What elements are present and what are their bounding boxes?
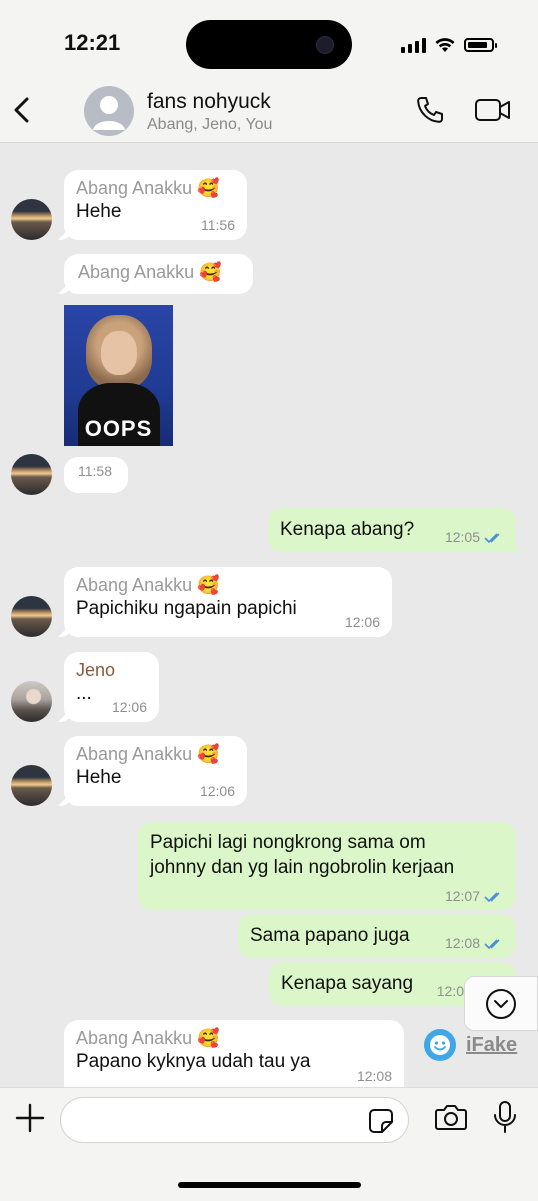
sender-avatar[interactable] — [11, 199, 52, 240]
camera-icon[interactable] — [434, 1102, 468, 1132]
sender-name: Abang Anakku 🥰 — [76, 1028, 220, 1048]
message-bubble[interactable]: Abang Anakku 🥰 Hehe 12:06 — [64, 736, 247, 806]
watermark-text: iFake — [466, 1033, 518, 1056]
message-bubble[interactable]: Kenapa abang? 12:05 — [268, 508, 516, 552]
message-time-bubble: 11:58 — [64, 457, 128, 493]
watermark: iFake — [424, 1029, 517, 1061]
sender-name: Abang Anakku 🥰 — [76, 178, 220, 198]
gif-media[interactable]: OOPS — [64, 305, 173, 446]
message-time: 12:0 — [436, 983, 464, 999]
message-input-field[interactable] — [60, 1097, 409, 1143]
read-receipt-icon — [484, 892, 500, 903]
message-sender-header: Abang Anakku 🥰 — [64, 254, 253, 294]
message-bubble[interactable]: Sama papano juga 12:08 — [238, 914, 516, 958]
front-camera-icon — [316, 36, 334, 54]
microphone-icon[interactable] — [492, 1100, 518, 1134]
message-time: 12:08 — [356, 1068, 392, 1084]
message-bubble[interactable]: Abang Anakku 🥰 Papano kyknya udah tau ya… — [64, 1020, 404, 1087]
message-bubble[interactable]: Papichi lagi nongkrong sama om johnny da… — [138, 822, 516, 910]
read-receipt-icon — [484, 533, 500, 544]
sender-name: Abang Anakku 🥰 — [76, 744, 220, 764]
message-bubble[interactable]: Abang Anakku 🥰 Papichiku ngapain papichi… — [64, 567, 392, 637]
video-camera-icon[interactable] — [474, 96, 512, 124]
battery-icon — [464, 38, 497, 52]
message-time: 12:06 — [111, 699, 147, 715]
message-time: 11:58 — [78, 463, 112, 479]
scroll-to-bottom-button[interactable] — [464, 976, 538, 1031]
chevron-left-icon[interactable] — [10, 94, 34, 126]
cellular-signal-icon — [401, 37, 426, 53]
dynamic-island — [186, 20, 352, 69]
message-time: 12:08 — [444, 935, 480, 951]
message-text-line-2: johnny dan yg lain ngobrolin kerjaan — [150, 857, 455, 878]
status-time: 12:21 — [64, 30, 121, 55]
message-time: 11:56 — [201, 217, 235, 233]
message-text: Papano kyknya udah tau ya — [76, 1051, 311, 1072]
sender-avatar[interactable] — [11, 681, 52, 722]
chat-header: fans nohyuck Abang, Jeno, You — [0, 84, 538, 143]
phone-icon[interactable] — [414, 94, 446, 126]
read-receipt-icon — [484, 939, 500, 950]
sender-name: Abang Anakku 🥰 — [78, 262, 222, 282]
status-icons — [401, 34, 497, 56]
message-bubble[interactable]: Abang Anakku 🥰 Hehe 11:56 — [64, 170, 247, 240]
group-avatar[interactable] — [84, 86, 134, 136]
sender-avatar[interactable] — [11, 765, 52, 806]
message-bubble[interactable]: Jeno ... 12:06 — [64, 652, 159, 722]
sender-avatar[interactable] — [11, 454, 52, 495]
smiley-logo-icon — [424, 1029, 456, 1061]
message-input[interactable] — [75, 1108, 349, 1134]
wifi-icon — [435, 38, 455, 52]
message-text: Papichiku ngapain papichi — [76, 598, 297, 619]
message-time: 12:06 — [199, 783, 235, 799]
person-placeholder-icon — [93, 96, 125, 130]
sender-name: Abang Anakku 🥰 — [76, 575, 220, 595]
chat-title[interactable]: fans nohyuck — [147, 90, 271, 114]
sticker-icon[interactable] — [368, 1108, 394, 1134]
message-time: 12:07 — [444, 888, 480, 904]
message-time: 12:06 — [344, 614, 380, 630]
message-text-line-1: Papichi lagi nongkrong sama om — [150, 832, 426, 853]
sender-name: Jeno — [76, 660, 116, 680]
chevron-down-circle-icon — [486, 989, 516, 1019]
message-time: 12:05 — [444, 529, 480, 545]
plus-icon[interactable] — [14, 1102, 46, 1134]
status-bar: 12:21 — [0, 0, 538, 84]
sender-avatar[interactable] — [11, 596, 52, 637]
gif-caption: OOPS — [84, 416, 153, 441]
home-indicator[interactable] — [178, 1182, 361, 1188]
message-list[interactable]: Abang Anakku 🥰 Hehe 11:56 Abang Anakku 🥰… — [0, 143, 538, 1087]
chat-participants: Abang, Jeno, You — [147, 116, 273, 133]
